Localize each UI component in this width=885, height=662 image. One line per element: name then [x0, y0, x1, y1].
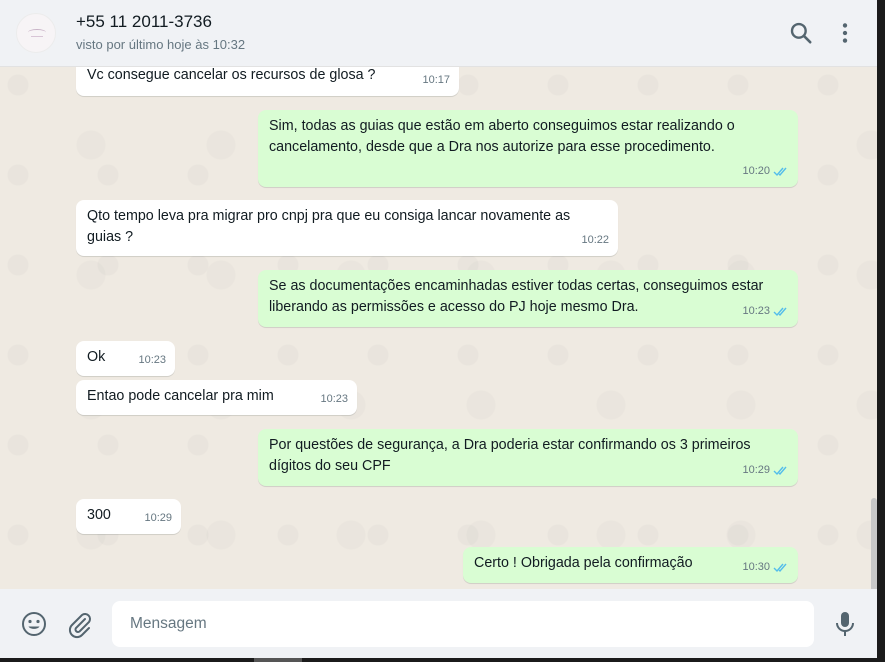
message-list[interactable]: Vc consegue cancelar os recursos de glos… [0, 67, 877, 589]
message-text: Qto tempo leva pra migrar pro cnpj pra q… [87, 208, 571, 245]
chat-header: +55 11 2011-3736 visto por último hoje à… [0, 0, 877, 67]
message-bubble-incoming[interactable]: Entao pode cancelar pra mim 10:23 [76, 380, 357, 415]
attach-icon[interactable] [66, 611, 94, 639]
message-time: 10:23 [742, 305, 770, 317]
message-time: 10:20 [742, 165, 770, 177]
message-bubble-outgoing[interactable]: Se as documentações encaminhadas estiver… [258, 270, 798, 327]
message-bubble-outgoing[interactable]: Certo ! Obrigada pela confirmação 10:30 [463, 547, 798, 583]
message-time: 10:29 [144, 512, 172, 524]
message-input[interactable] [112, 601, 814, 647]
message-time: 10:29 [742, 464, 770, 476]
message-time: 10:23 [320, 393, 348, 405]
menu-icon[interactable] [832, 20, 858, 46]
message-text: Vc consegue cancelar os recursos de glos… [87, 67, 376, 83]
message-text: Sim, todas as guias que estão em aberto … [269, 118, 735, 155]
avatar-logo-line [31, 36, 43, 37]
message-text: Certo ! Obrigada pela confirmação [474, 555, 693, 571]
mic-icon[interactable] [833, 610, 861, 638]
avatar-logo-mark [28, 29, 46, 36]
message-time: 10:23 [138, 354, 166, 366]
message-composer [0, 589, 877, 658]
chat-scrollbar[interactable] [871, 498, 877, 589]
message-text: Se as documentações encaminhadas estiver… [269, 278, 764, 315]
message-bubble-outgoing[interactable]: Sim, todas as guias que estão em aberto … [258, 110, 798, 187]
double-check-icon [773, 167, 787, 177]
double-check-icon [773, 466, 787, 476]
double-check-icon [773, 563, 787, 573]
message-bubble-incoming[interactable]: 300 10:29 [76, 499, 181, 534]
double-check-icon [773, 307, 787, 317]
last-seen-status: visto por último hoje às 10:32 [76, 37, 246, 52]
message-bubble-incoming[interactable]: Qto tempo leva pra migrar pro cnpj pra q… [76, 200, 618, 256]
whatsapp-window: +55 11 2011-3736 visto por último hoje à… [0, 0, 877, 658]
message-time: 10:22 [581, 234, 609, 246]
message-bubble-incoming[interactable]: Ok 10:23 [76, 341, 175, 376]
search-icon[interactable] [788, 20, 814, 46]
message-text: Entao pode cancelar pra mim [87, 388, 274, 404]
message-time: 10:17 [422, 74, 450, 86]
taskbar-strip [254, 658, 302, 662]
emoji-icon[interactable] [20, 610, 48, 638]
message-bubble-incoming[interactable]: Vc consegue cancelar os recursos de glos… [76, 67, 459, 96]
contact-name[interactable]: +55 11 2011-3736 [76, 12, 212, 32]
message-time: 10:30 [742, 561, 770, 573]
message-bubble-outgoing[interactable]: Por questões de segurança, a Dra poderia… [258, 429, 798, 486]
message-text: Por questões de segurança, a Dra poderia… [269, 437, 751, 474]
contact-avatar[interactable] [16, 13, 56, 53]
